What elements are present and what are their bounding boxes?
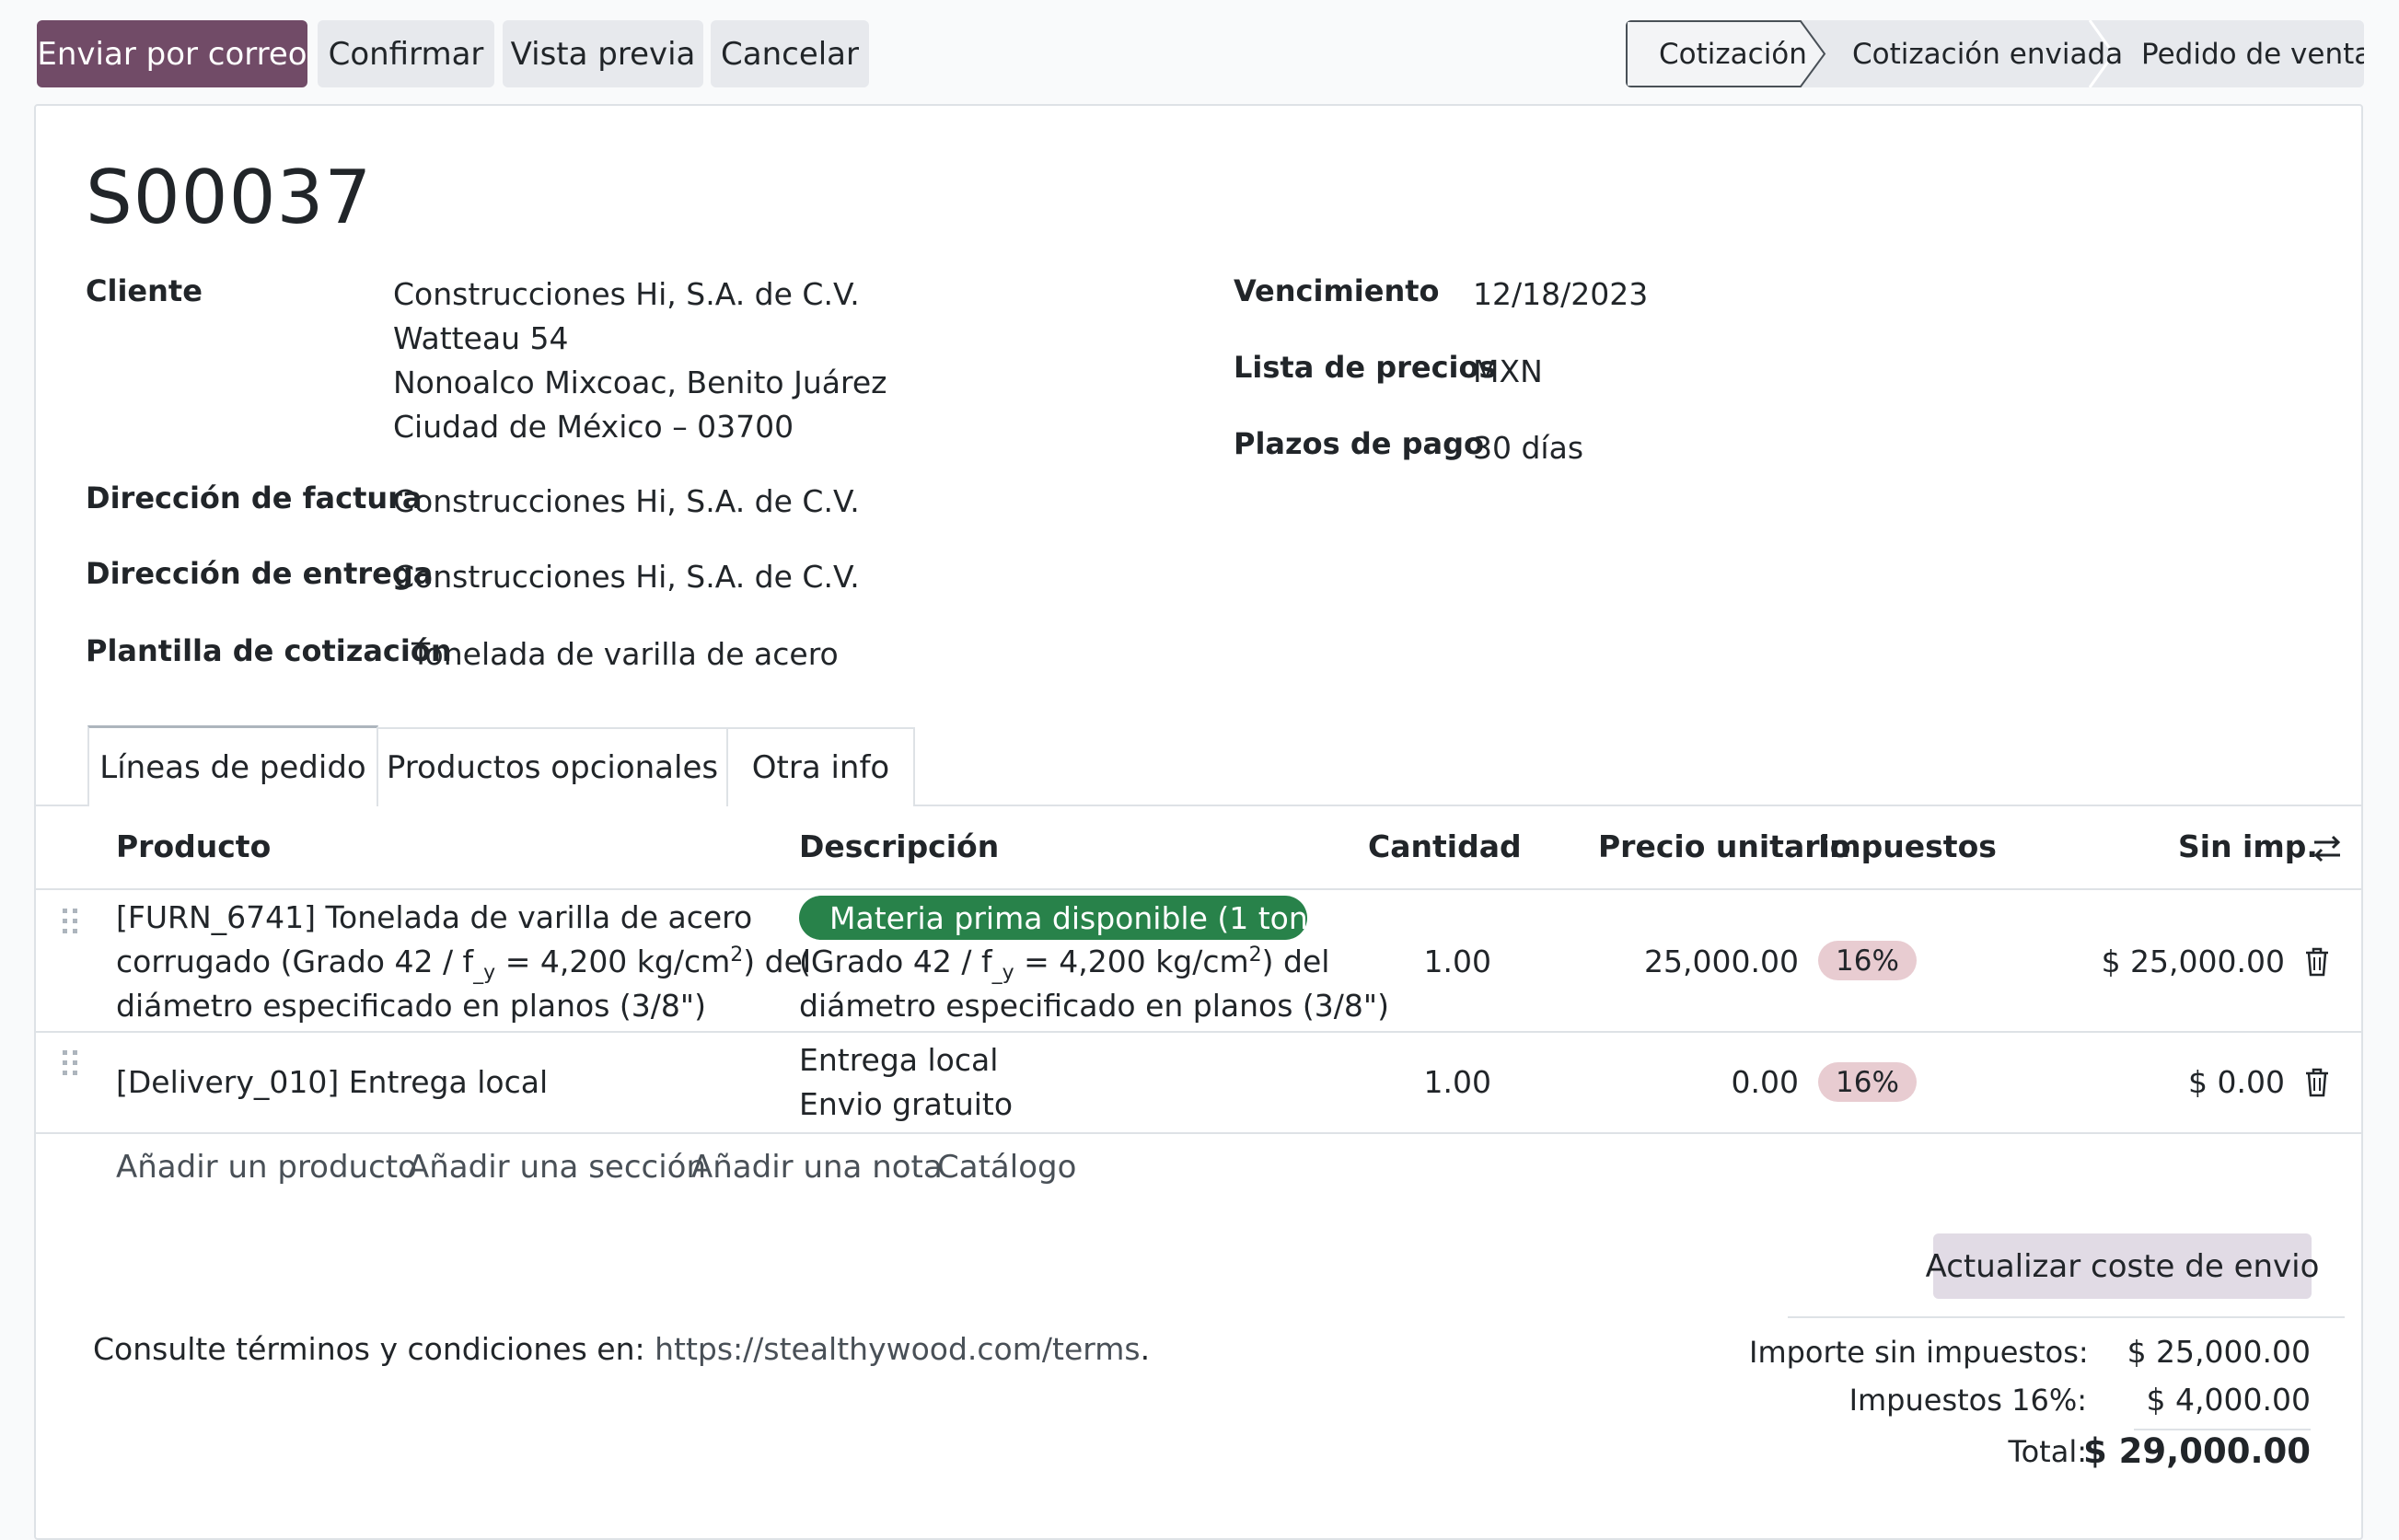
catalog-link[interactable]: Catálogo	[937, 1149, 1076, 1186]
row2-quantity[interactable]: 1.00	[1326, 1060, 1491, 1105]
tab-order-lines[interactable]: Líneas de pedido	[87, 725, 378, 806]
row1-desc-text-a: (Grado 42 / f	[799, 944, 992, 979]
update-shipping-button[interactable]: Actualizar coste de envio	[1926, 1233, 2319, 1299]
record-name: S00037	[86, 155, 373, 240]
stage-quotation-sent[interactable]: Cotización enviada	[1852, 20, 2123, 87]
expiration-label: Vencimiento	[1234, 273, 1440, 308]
customer-line-1[interactable]: Construcciones Hi, S.A. de C.V.	[393, 276, 860, 312]
invoice-address-field[interactable]: Construcciones Hi, S.A. de C.V.	[393, 483, 860, 519]
row1-quantity[interactable]: 1.00	[1326, 940, 1491, 984]
row2-tax-badge[interactable]: 16%	[1818, 1062, 1917, 1102]
row1-product-sup: 2	[730, 944, 744, 967]
customer-line-3: Nonoalco Mixcoac, Benito Juárez	[393, 365, 887, 400]
row1-desc-text-c: ) del	[1261, 944, 1330, 979]
row2-description-line1[interactable]: Entrega local	[799, 1038, 998, 1083]
add-note-link[interactable]: Añadir una nota	[691, 1149, 943, 1186]
customer-label: Cliente	[86, 273, 203, 308]
row1-product-sub: _y	[473, 961, 496, 985]
row1-unit-price[interactable]: 25,000.00	[1565, 940, 1799, 984]
confirm-button[interactable]: Confirmar	[318, 20, 494, 87]
send-email-button[interactable]: Enviar por correo	[37, 20, 307, 87]
raw-material-badge: Materia prima disponible (1 ton)	[799, 896, 1320, 940]
quotation-template-label: Plantilla de cotización	[86, 633, 452, 668]
terms-link[interactable]: https://stealthywood.com/terms	[655, 1331, 1140, 1367]
taxes-value: $ 4,000.00	[2146, 1382, 2311, 1418]
row1-tax-badge[interactable]: 16%	[1818, 941, 1917, 980]
untaxed-amount-value: $ 25,000.00	[2127, 1334, 2311, 1370]
tab-other-info[interactable]: Otra info	[726, 727, 915, 806]
row1-desc-sup: 2	[1248, 944, 1262, 967]
row2-description-line2[interactable]: Envio gratuito	[799, 1083, 1013, 1127]
stage-sales-order[interactable]: Pedido de venta	[2141, 20, 2364, 87]
row-separator	[36, 1132, 2361, 1134]
tab-optional-products[interactable]: Productos opcionales	[377, 727, 728, 806]
column-settings-icon[interactable]	[2309, 833, 2346, 864]
delivery-address-field[interactable]: Construcciones Hi, S.A. de C.V.	[393, 559, 860, 595]
trash-icon[interactable]	[2303, 947, 2331, 977]
row1-product-text-b: = 4,200 kg/cm	[495, 944, 731, 979]
col-quantity[interactable]: Cantidad	[1368, 828, 1522, 864]
total-separator	[2134, 1429, 2311, 1430]
row2-subtotal: $ 0.00	[2188, 1064, 2285, 1100]
delivery-address-label: Dirección de entrega	[86, 556, 434, 591]
terms-suffix: .	[1140, 1331, 1151, 1367]
raw-material-badge-text: Materia prima disponible (1 ton)	[829, 899, 1320, 936]
row1-desc-text-b: = 4,200 kg/cm	[1014, 944, 1249, 979]
drag-handle-icon[interactable]	[61, 1048, 81, 1078]
row1-product-text-a: corrugado (Grado 42 / f	[116, 944, 474, 979]
form-sheet	[34, 104, 2363, 1540]
cancel-button[interactable]: Cancelar	[711, 20, 869, 87]
customer-line-2: Watteau 54	[393, 320, 569, 356]
row2-product[interactable]: [Delivery_010] Entrega local	[116, 1060, 548, 1105]
totals-separator	[1788, 1316, 2345, 1318]
row1-product-line3[interactable]: diámetro especificado en planos (3/8")	[116, 984, 706, 1028]
row1-product-line2[interactable]: corrugado (Grado 42 / f_y = 4,200 kg/cm2…	[116, 940, 811, 984]
col-product[interactable]: Producto	[116, 828, 271, 864]
taxes-label: Impuestos 16%:	[1849, 1383, 2087, 1418]
row1-desc-sub: _y	[991, 961, 1014, 985]
terms-text: Consulte términos y condiciones en: http…	[93, 1331, 1150, 1367]
total-value: $ 29,000.00	[2083, 1431, 2311, 1471]
row1-subtotal: $ 25,000.00	[2101, 944, 2285, 979]
expiration-field[interactable]: 12/18/2023	[1473, 276, 1648, 312]
add-section-link[interactable]: Añadir una sección	[408, 1149, 706, 1186]
row1-product-line1[interactable]: [FURN_6741] Tonelada de varilla de acero	[116, 896, 752, 940]
quotation-template-field[interactable]: Tonelada de varilla de acero	[411, 636, 839, 672]
col-taxes[interactable]: Impuestos	[1818, 828, 1997, 864]
untaxed-amount-label: Importe sin impuestos:	[1749, 1335, 2089, 1370]
add-product-link[interactable]: Añadir un producto	[116, 1149, 417, 1186]
total-label: Total:	[2008, 1434, 2087, 1469]
col-subtotal[interactable]: Sin imp.	[2178, 828, 2318, 864]
terms-prefix: Consulte términos y condiciones en:	[93, 1331, 655, 1367]
trash-icon[interactable]	[2303, 1068, 2331, 1097]
row2-unit-price[interactable]: 0.00	[1565, 1060, 1799, 1105]
customer-line-4: Ciudad de México – 03700	[393, 409, 794, 445]
row1-description-line3[interactable]: diámetro especificado en planos (3/8")	[799, 984, 1389, 1028]
invoice-address-label: Dirección de factura	[86, 481, 423, 515]
payment-terms-field[interactable]: 30 días	[1473, 430, 1583, 466]
col-unit-price[interactable]: Precio unitario	[1598, 828, 1850, 864]
pricelist-field[interactable]: MXN	[1473, 353, 1543, 389]
col-description[interactable]: Descripción	[799, 828, 999, 864]
preview-button[interactable]: Vista previa	[503, 20, 703, 87]
pricelist-label: Lista de precios	[1234, 350, 1497, 385]
row1-description-line2[interactable]: (Grado 42 / f_y = 4,200 kg/cm2) del	[799, 940, 1329, 984]
payment-terms-label: Plazos de pago	[1234, 426, 1484, 461]
drag-handle-icon[interactable]	[61, 907, 81, 936]
status-bar: Cotización Cotización enviada Pedido de …	[1626, 20, 2364, 87]
stage-quotation[interactable]: Cotización	[1659, 20, 1807, 87]
